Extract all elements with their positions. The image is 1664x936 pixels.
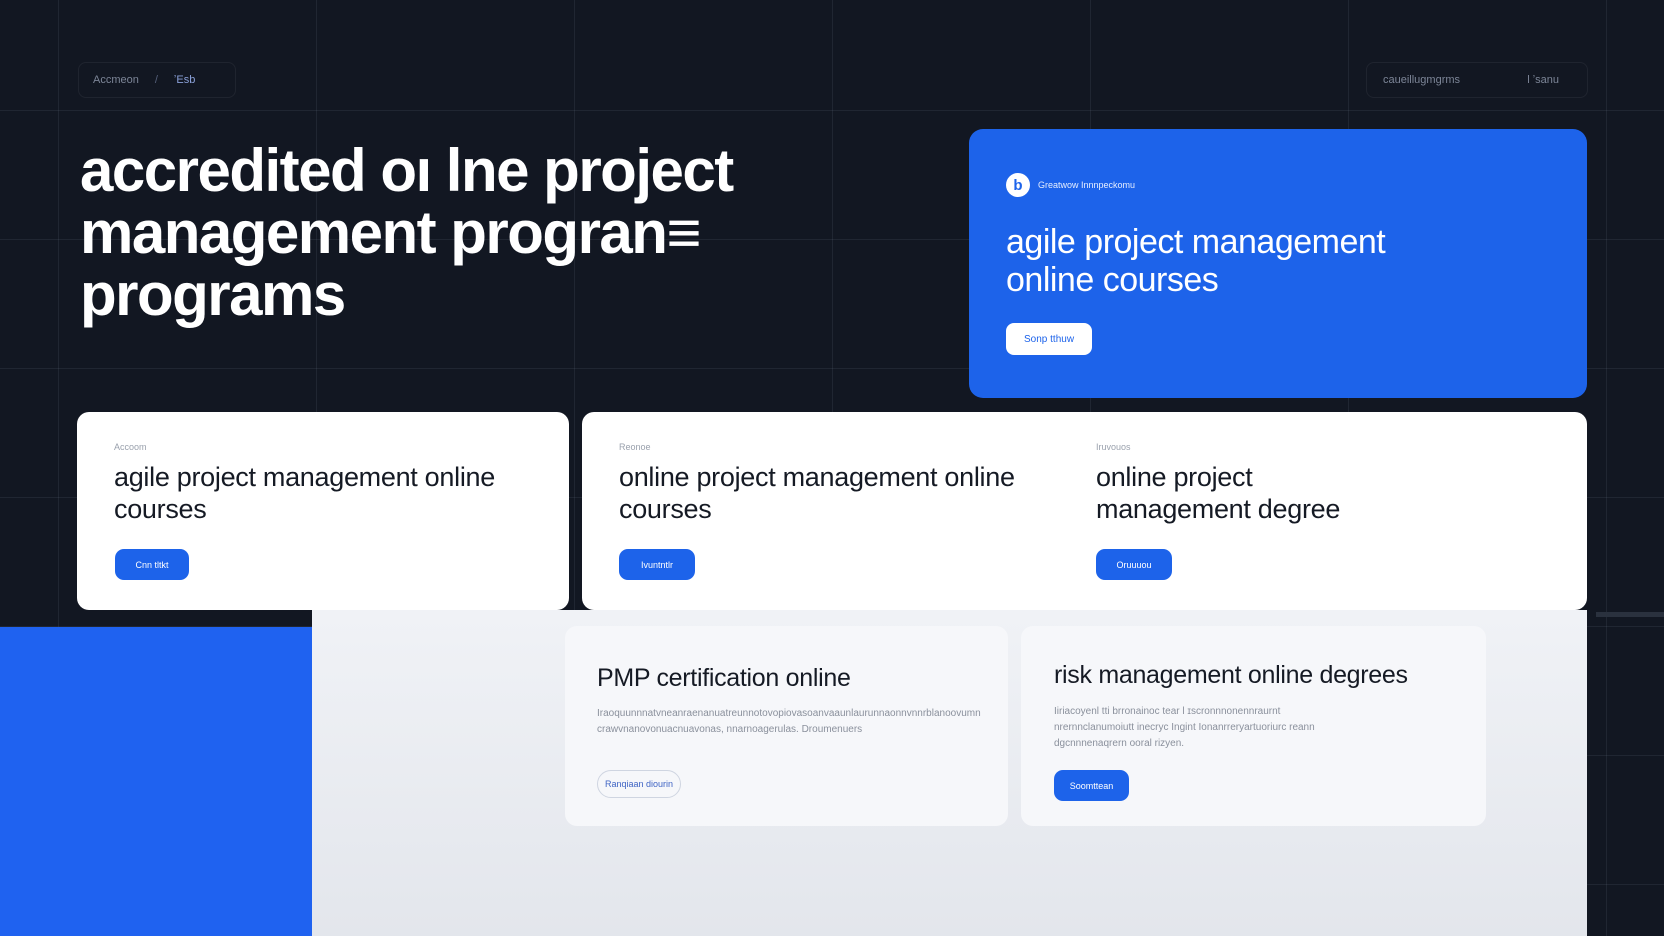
featured-course-button[interactable]: Sonp tthuw [1006, 323, 1093, 355]
card-title: online project management online courses [619, 462, 1015, 524]
featured-course-title: agile project management online courses [1006, 223, 1386, 299]
nav-link-programs[interactable]: caueillugmgrms [1383, 74, 1460, 86]
card-description: Iiriacoyenl tti brronainoc tear l ɪscron… [1054, 706, 1315, 749]
nav-action-menu[interactable]: l ʼsanu [1527, 74, 1559, 86]
breadcrumb-item-current[interactable]: ʼEsb [174, 74, 195, 86]
card-title: agile project management online courses [114, 462, 495, 524]
card-button[interactable]: Ivuntntlr [619, 549, 695, 580]
brand-logo-icon: b [1006, 173, 1030, 197]
breadcrumb-item-home[interactable]: Accmeon [93, 74, 139, 86]
course-card-agile: Accoom agile project management online c… [77, 412, 569, 610]
brand-name: Greatwow Innnpeckomu [1038, 180, 1136, 190]
card-eyebrow: Reonoe [619, 442, 651, 452]
course-card-pmp: PMP certification online Iraoquunnnatvne… [565, 626, 1008, 826]
breadcrumb-separator: / [154, 74, 158, 86]
course-card-risk: risk management online degrees Iiriacoye… [1021, 626, 1486, 826]
breadcrumb: Accmeon / ʼEsb [78, 62, 236, 98]
brand: b Greatwow Innnpeckomu [1006, 173, 1549, 197]
card-title: risk management online degrees [1054, 661, 1408, 689]
course-card-group: Reonoe online project management online … [582, 412, 1587, 610]
card-description: Iraoquunnnatvneanraenanuatreunnotovopiov… [597, 708, 981, 735]
card-title: online project management degree [1096, 462, 1341, 524]
decorative-divider [1596, 612, 1664, 617]
card-button[interactable]: Oruuuou [1096, 549, 1172, 580]
featured-course-card: b Greatwow Innnpeckomu agile project man… [969, 129, 1587, 398]
card-button[interactable]: Cnn tltkt [115, 549, 189, 580]
card-eyebrow: Accoom [114, 442, 147, 452]
top-nav-right: caueillugmgrms l ʼsanu [1366, 62, 1588, 98]
card-button[interactable]: Ranqiaan diourin [597, 770, 681, 798]
card-button[interactable]: Soomttean [1054, 770, 1129, 801]
decorative-blue-block [0, 627, 312, 936]
card-eyebrow: Iruvouos [1096, 442, 1131, 452]
card-title: PMP certification online [597, 664, 851, 692]
hero-title: accredited oı lne project management pro… [80, 137, 734, 328]
